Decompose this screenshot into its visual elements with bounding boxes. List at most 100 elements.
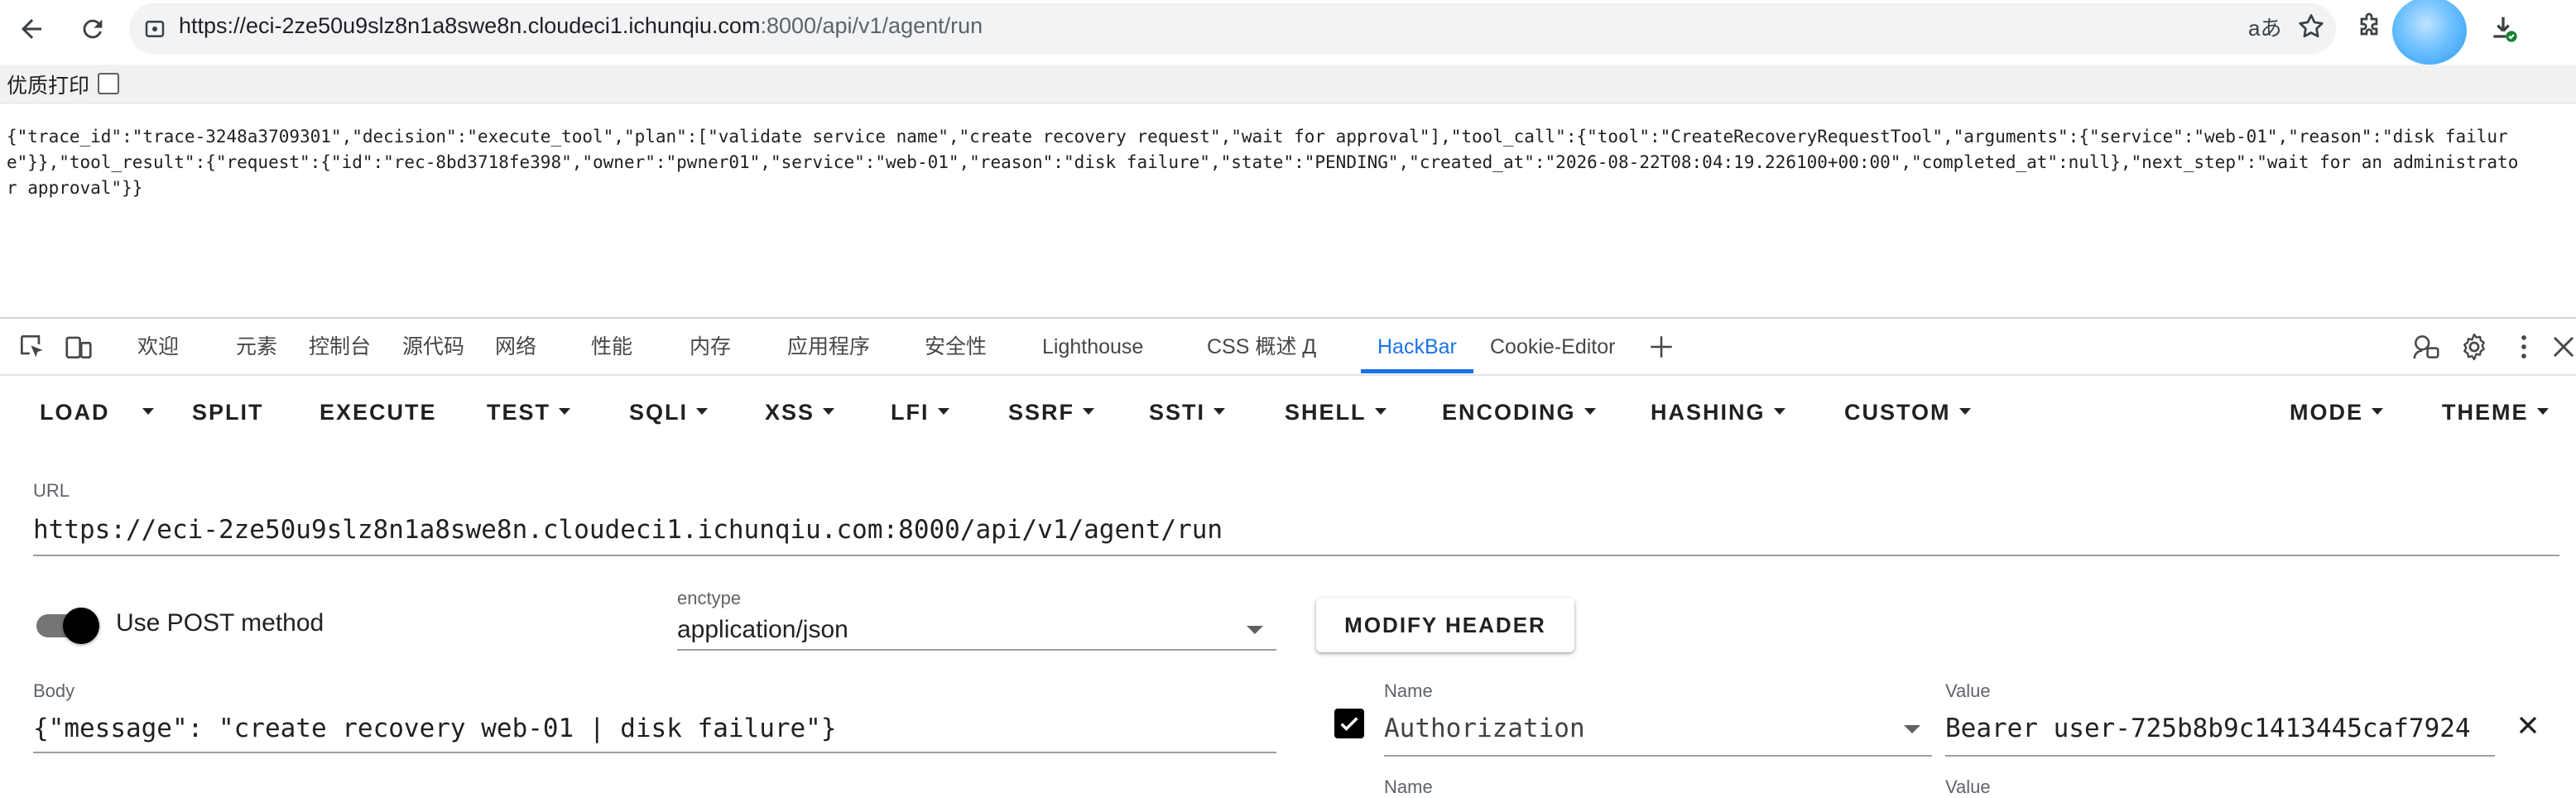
chevron-down-icon — [1374, 407, 1387, 415]
checkmark-icon — [1340, 717, 1358, 731]
header-name-underline — [1384, 755, 1932, 757]
mode-menu[interactable]: MODE — [2290, 391, 2383, 434]
tab-welcome[interactable]: 欢迎 — [137, 320, 179, 374]
chevron-down-icon — [937, 407, 949, 415]
remove-header-close-icon[interactable] — [2513, 710, 2543, 744]
encoding-menu-label: ENCODING — [1442, 400, 1576, 425]
address-host: https://eci-2ze50u9slz8n1a8swe8n.cloudec… — [179, 13, 761, 38]
downloads-icon[interactable] — [2487, 12, 2520, 49]
tab-security[interactable]: 安全性 — [925, 320, 987, 374]
sqli-menu[interactable]: SQLI — [629, 391, 709, 434]
header-value-underline — [1945, 755, 2495, 757]
back-button[interactable] — [8, 6, 55, 52]
header-value-label: Value — [1945, 776, 1991, 797]
header-name-label: Name — [1384, 776, 1433, 797]
translate-icon[interactable]: aあ — [2248, 12, 2281, 42]
bookmark-star-icon[interactable] — [2296, 12, 2326, 46]
lfi-menu[interactable]: LFI — [891, 391, 949, 434]
url-label: URL — [33, 480, 70, 501]
tab-elements[interactable]: 元素 — [236, 320, 277, 374]
encoding-menu[interactable]: ENCODING — [1442, 391, 1596, 434]
back-arrow-icon — [22, 19, 41, 39]
chevron-down-icon — [2536, 407, 2549, 415]
reload-button[interactable] — [70, 6, 116, 52]
chevron-down-icon — [142, 407, 154, 415]
enctype-chevron-down-icon[interactable] — [1247, 626, 1263, 634]
tab-lighthouse[interactable]: Lighthouse — [1042, 320, 1143, 374]
enctype-underline — [677, 649, 1276, 651]
post-toggle-knob[interactable] — [63, 608, 99, 644]
theme-menu[interactable]: THEME — [2442, 391, 2549, 434]
chevron-down-icon — [696, 407, 709, 415]
header-value-field[interactable]: Bearer user-725b8b9c1413445caf7924 — [1945, 714, 2495, 743]
address-path: :8000/api/v1/agent/run — [760, 13, 983, 38]
chevron-down-icon — [1584, 407, 1596, 415]
header-enabled-checkbox[interactable] — [1334, 709, 1364, 738]
ssrf-menu-label: SSRF — [1008, 400, 1075, 425]
post-method-label: Use POST method — [116, 609, 324, 637]
settings-gear-icon[interactable] — [2458, 331, 2490, 367]
ai-assistance-icon[interactable] — [2410, 331, 2442, 367]
tab-console[interactable]: 控制台 — [309, 320, 371, 374]
ssti-menu[interactable]: SSTI — [1149, 391, 1226, 434]
header-value-label: Value — [1945, 680, 1991, 701]
site-info-icon[interactable] — [142, 17, 167, 46]
shell-menu-label: SHELL — [1285, 400, 1367, 425]
chevron-down-icon — [2372, 407, 2383, 415]
custom-menu[interactable]: CUSTOM — [1844, 391, 1971, 434]
tab-hackbar[interactable]: HackBar — [1377, 320, 1457, 374]
response-json: {"trace_id":"trace-3248a3709301","decisi… — [7, 127, 2519, 198]
tab-memory[interactable]: 内存 — [690, 320, 731, 374]
enctype-select[interactable]: application/json — [677, 616, 848, 644]
extensions-puzzle-icon[interactable] — [2354, 12, 2384, 46]
devtools-divider[interactable] — [0, 317, 2576, 319]
add-tab-plus-icon[interactable] — [1647, 333, 1675, 365]
xss-menu[interactable]: XSS — [765, 391, 835, 434]
tab-network[interactable]: 网络 — [495, 320, 536, 374]
enctype-label: enctype — [677, 588, 742, 608]
header-name-select[interactable]: Authorization — [1384, 714, 1585, 743]
custom-menu-label: CUSTOM — [1844, 400, 1951, 425]
header-name-chevron-down-icon[interactable] — [1904, 725, 1920, 733]
tab-sources[interactable]: 源代码 — [402, 320, 464, 374]
url-input[interactable]: https://eci-2ze50u9slz8n1a8swe8n.cloudec… — [33, 515, 1223, 545]
split-button[interactable]: SPLIT — [192, 391, 264, 434]
address-url[interactable]: https://eci-2ze50u9slz8n1a8swe8n.cloudec… — [179, 13, 983, 39]
load-dropdown-button[interactable] — [139, 391, 159, 434]
xss-menu-label: XSS — [765, 400, 815, 425]
hashing-menu-label: HASHING — [1651, 400, 1766, 425]
reload-icon — [83, 19, 103, 39]
header-name-label: Name — [1384, 680, 1433, 701]
tab-css-overview[interactable]: CSS 概述 Д — [1207, 320, 1316, 374]
theme-menu-label: THEME — [2442, 400, 2529, 425]
tab-performance[interactable]: 性能 — [591, 320, 632, 374]
more-options-icon[interactable] — [2508, 331, 2540, 367]
print-toolbar — [0, 65, 2576, 103]
url-input-underline — [33, 555, 2559, 556]
hashing-menu[interactable]: HASHING — [1651, 391, 1785, 434]
tab-application[interactable]: 应用程序 — [787, 320, 870, 374]
device-toolbar-icon[interactable] — [63, 331, 94, 367]
execute-button[interactable]: EXECUTE — [320, 391, 437, 434]
chevron-down-icon — [559, 407, 571, 415]
chevron-down-icon — [1773, 407, 1785, 415]
chevron-down-icon — [823, 407, 835, 415]
close-devtools-icon[interactable] — [2548, 331, 2576, 367]
test-menu-label: TEST — [487, 400, 551, 425]
body-input-underline — [33, 752, 1276, 753]
inspect-element-icon[interactable] — [17, 331, 48, 367]
header-value-input: Bearer user-725b8b9c1413445caf7924 — [1945, 714, 2471, 743]
test-menu[interactable]: TEST — [487, 391, 571, 434]
print-quality-label: 优质打印 — [7, 75, 90, 98]
active-tab-indicator — [1361, 369, 1473, 373]
body-input[interactable]: {"message": "create recovery web-01 | di… — [33, 714, 837, 743]
print-quality-checkbox[interactable] — [98, 73, 119, 94]
load-button[interactable]: LOAD — [40, 391, 110, 434]
chevron-down-icon — [1083, 407, 1095, 415]
modify-header-button[interactable]: MODIFY HEADER — [1316, 598, 1574, 652]
shell-menu[interactable]: SHELL — [1285, 391, 1387, 434]
ssrf-menu[interactable]: SSRF — [1008, 391, 1095, 434]
tab-cookie-editor[interactable]: Cookie-Editor — [1490, 320, 1615, 374]
lfi-menu-label: LFI — [891, 400, 930, 425]
body-label: Body — [33, 680, 75, 701]
